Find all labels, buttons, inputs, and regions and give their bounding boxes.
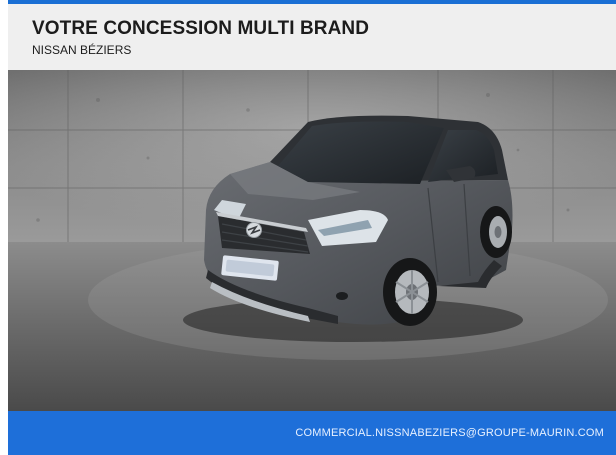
vehicle-illustration bbox=[8, 70, 616, 411]
dealer-header: VOTRE CONCESSION MULTI BRAND NISSAN BÉZI… bbox=[8, 4, 616, 70]
contact-footer: COMMERCIAL.NISSNABEZIERS@GROUPE-MAURIN.C… bbox=[8, 411, 616, 455]
contact-email-link[interactable]: COMMERCIAL.NISSNABEZIERS@GROUPE-MAURIN.C… bbox=[295, 427, 604, 439]
vehicle-photo[interactable] bbox=[8, 70, 616, 411]
opel-lightning-logo bbox=[246, 222, 262, 238]
dealer-location: NISSAN BÉZIERS bbox=[32, 43, 132, 57]
dealer-card: VOTRE CONCESSION MULTI BRAND NISSAN BÉZI… bbox=[8, 0, 616, 455]
front-wheel bbox=[383, 258, 437, 326]
dealer-title: VOTRE CONCESSION MULTI BRAND bbox=[32, 18, 370, 39]
rear-wheel bbox=[480, 206, 512, 258]
